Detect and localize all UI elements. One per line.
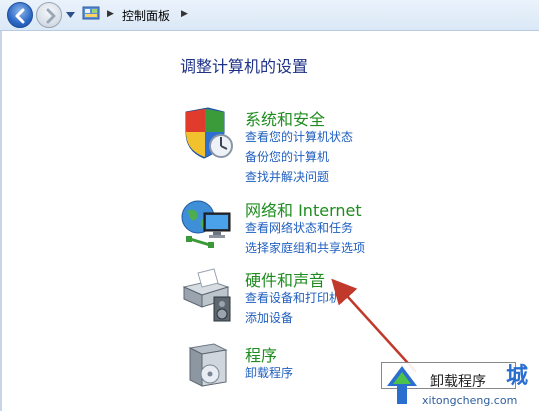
category-heading-system-security[interactable]: 系统和安全 — [245, 106, 325, 130]
navigation-bar: ▶ 控制面板 ▶ — [0, 0, 539, 31]
security-shield-icon — [185, 107, 233, 159]
breadcrumb-control-panel[interactable]: 控制面板 — [122, 7, 170, 24]
control-panel-icon — [82, 6, 100, 20]
page-title: 调整计算机的设置 — [180, 57, 309, 76]
back-button[interactable] — [7, 2, 33, 28]
link-uninstall-program[interactable]: 卸载程序 — [245, 364, 293, 381]
forward-button[interactable] — [36, 2, 62, 28]
forward-arrow-icon — [46, 8, 56, 24]
recent-pages-dropdown-icon[interactable] — [66, 12, 75, 18]
back-arrow-icon — [15, 8, 25, 24]
watermark-url: xitongcheng.com — [422, 394, 518, 407]
category-heading-network-internet[interactable]: 网络和 Internet — [245, 197, 362, 221]
window-left-border — [0, 31, 2, 411]
programs-box-icon — [188, 343, 228, 387]
category-heading-hardware-sound[interactable]: 硬件和声音 — [245, 267, 325, 291]
link-view-network-status[interactable]: 查看网络状态和任务 — [245, 219, 353, 236]
network-globe-icon — [181, 200, 231, 248]
watermark: 卸载程序 城 xitongcheng.com — [378, 358, 539, 411]
link-view-computer-status[interactable]: 查看您的计算机状态 — [245, 128, 353, 145]
printer-speaker-icon — [182, 268, 231, 322]
breadcrumb-separator-icon[interactable]: ▶ — [181, 9, 188, 19]
watermark-tooltip-text: 卸载程序 — [430, 374, 486, 390]
category-heading-programs[interactable]: 程序 — [245, 342, 277, 366]
watermark-logo-icon — [387, 366, 417, 404]
link-homegroup-sharing[interactable]: 选择家庭组和共享选项 — [245, 239, 365, 256]
link-find-fix-problems[interactable]: 查找并解决问题 — [245, 168, 329, 185]
link-devices-printers[interactable]: 查看设备和打印机 — [245, 289, 341, 306]
link-backup-computer[interactable]: 备份您的计算机 — [245, 148, 329, 165]
watermark-brand: 城 — [506, 364, 529, 389]
link-add-device[interactable]: 添加设备 — [245, 309, 293, 326]
breadcrumb-separator-icon[interactable]: ▶ — [107, 9, 114, 19]
